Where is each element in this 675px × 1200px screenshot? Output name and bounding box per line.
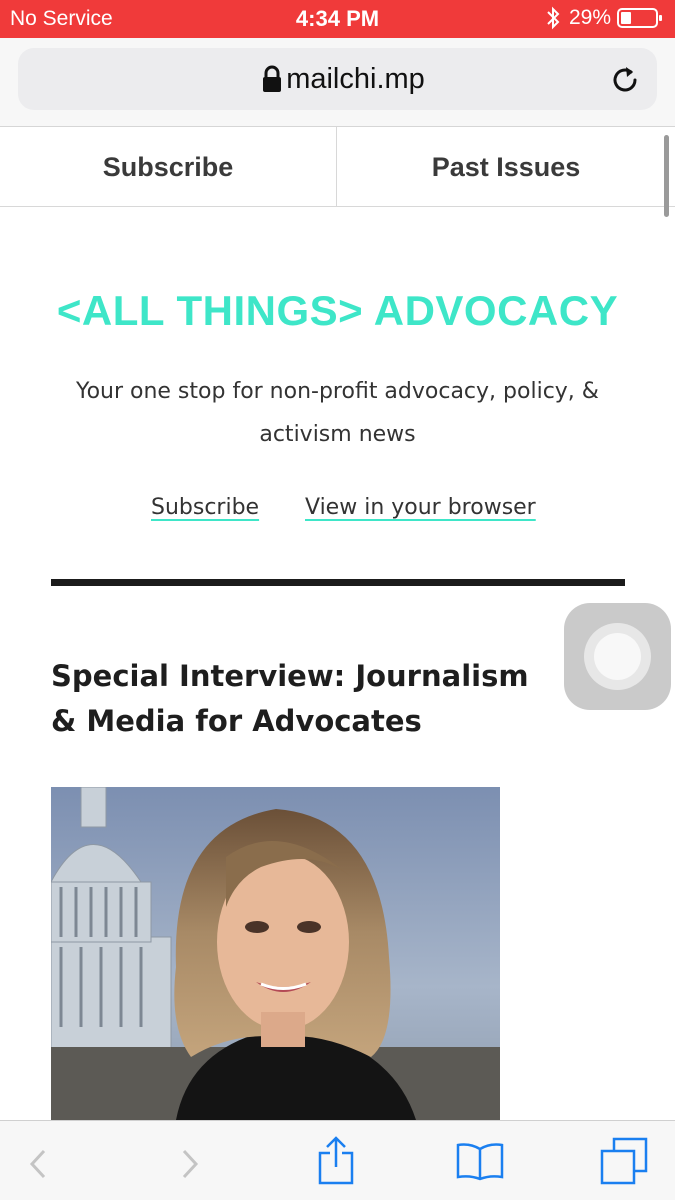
bookmarks-icon bbox=[456, 1143, 504, 1181]
subscribe-link[interactable]: Subscribe bbox=[151, 495, 259, 520]
nav-past-issues-tab[interactable]: Past Issues bbox=[337, 127, 675, 207]
url-text-wrap: mailchi.mp bbox=[18, 63, 657, 96]
battery-percent: 29% bbox=[568, 6, 611, 29]
share-button[interactable] bbox=[310, 1121, 362, 1200]
newsletter-title: <ALL THINGS> ADVOCACY bbox=[56, 287, 619, 334]
scrollbar[interactable] bbox=[664, 135, 669, 217]
article-photo-illustration bbox=[51, 787, 500, 1120]
assistive-touch-button[interactable] bbox=[564, 603, 671, 710]
tabs-icon bbox=[600, 1137, 648, 1185]
forward-icon bbox=[182, 1149, 199, 1179]
status-bar: No Service 4:34 PM 29% bbox=[0, 0, 675, 38]
status-right-group: 29% bbox=[545, 6, 663, 30]
bluetooth-icon bbox=[547, 6, 560, 30]
article-title: Special Interview: Journalism & Media fo… bbox=[51, 659, 529, 738]
section-divider bbox=[51, 579, 625, 586]
url-domain: mailchi.mp bbox=[286, 63, 425, 95]
back-button[interactable] bbox=[20, 1121, 60, 1200]
assistive-touch-core bbox=[594, 633, 641, 680]
nav-subscribe-tab[interactable]: Subscribe bbox=[0, 127, 337, 207]
article-photo bbox=[51, 787, 500, 1120]
address-bar-area: mailchi.mp bbox=[0, 38, 675, 127]
reload-icon[interactable] bbox=[611, 65, 641, 95]
tabs-button[interactable] bbox=[596, 1121, 652, 1200]
bookmarks-button[interactable] bbox=[450, 1121, 510, 1200]
share-icon bbox=[318, 1136, 354, 1185]
browser-toolbar bbox=[0, 1120, 675, 1200]
view-in-browser-link[interactable]: View in your browser bbox=[305, 495, 536, 520]
newsletter-tagline: Your one stop for non-profit advocacy, p… bbox=[76, 379, 599, 447]
back-icon bbox=[29, 1149, 46, 1179]
newsletter-nav: Subscribe Past Issues bbox=[0, 127, 675, 207]
url-field[interactable]: mailchi.mp bbox=[18, 48, 657, 110]
battery-icon bbox=[617, 8, 662, 28]
forward-button[interactable] bbox=[170, 1121, 210, 1200]
